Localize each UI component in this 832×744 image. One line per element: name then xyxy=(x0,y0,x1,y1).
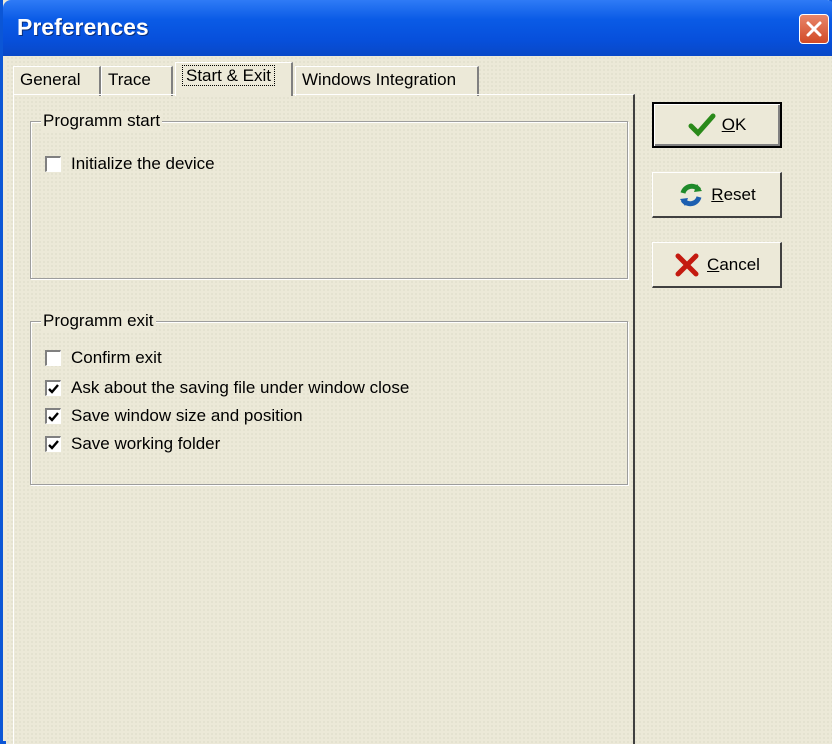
save-working-folder-checkbox[interactable]: Save working folder xyxy=(45,434,220,454)
save-window-size-checkbox[interactable]: Save window size and position xyxy=(45,406,303,426)
reset-label: eset xyxy=(723,184,756,204)
refresh-icon xyxy=(680,183,703,206)
group-title: Programm start xyxy=(41,111,163,131)
tab-windows-integration[interactable]: Windows Integration xyxy=(295,66,479,96)
checkbox-box[interactable] xyxy=(45,436,61,452)
close-icon xyxy=(806,21,822,37)
checkbox-label: Save working folder xyxy=(71,434,221,453)
title-bar[interactable]: Preferences xyxy=(3,0,832,56)
cancel-button[interactable]: Cancel xyxy=(652,242,782,288)
checkbox-box[interactable] xyxy=(45,156,61,172)
checkbox-box[interactable] xyxy=(45,380,61,396)
tab-general[interactable]: General xyxy=(13,66,101,96)
close-button[interactable] xyxy=(799,14,829,44)
ok-mnemonic: O xyxy=(721,115,735,134)
checkbox-label: Ask about the saving file under window c… xyxy=(71,378,410,397)
window-title: Preferences xyxy=(17,14,149,40)
cancel-mnemonic: C xyxy=(707,254,720,274)
tab-trace[interactable]: Trace xyxy=(101,66,173,96)
group-title: Programm exit xyxy=(41,311,156,331)
checkbox-label: Save window size and position xyxy=(71,406,303,425)
checkbox-box[interactable] xyxy=(45,350,61,366)
ok-button[interactable]: OK xyxy=(652,102,782,148)
programm-start-group: Programm start Initialize the device xyxy=(30,111,628,279)
checkmark-icon xyxy=(48,412,59,422)
tab-panel: Programm start Initialize the device Pro… xyxy=(13,94,635,744)
programm-exit-group: Programm exit Confirm exit Ask about the… xyxy=(30,311,628,485)
checkbox-label: Confirm exit xyxy=(71,348,162,367)
checkmark-icon xyxy=(48,440,59,450)
tab-label: Trace xyxy=(108,70,151,89)
initialize-device-checkbox[interactable]: Initialize the device xyxy=(45,154,215,174)
ask-saving-checkbox[interactable]: Ask about the saving file under window c… xyxy=(45,378,409,398)
tab-start-exit[interactable]: Start & Exit xyxy=(175,62,293,96)
reset-button[interactable]: Reset xyxy=(652,172,782,218)
reset-mnemonic: R xyxy=(711,184,724,204)
ok-label: K xyxy=(734,115,747,134)
tab-label: Start & Exit xyxy=(182,65,276,86)
checkmark-icon xyxy=(48,384,59,394)
checkbox-label: Initialize the device xyxy=(71,154,215,173)
checkmark-icon xyxy=(688,113,716,137)
preferences-window: Preferences General Trace Start & Exit W… xyxy=(0,0,832,744)
tab-label: General xyxy=(20,70,81,89)
dialog-client: General Trace Start & Exit Windows Integ… xyxy=(6,56,832,744)
cancel-label: ancel xyxy=(719,254,760,274)
tab-label: Windows Integration xyxy=(302,70,457,89)
confirm-exit-checkbox[interactable]: Confirm exit xyxy=(45,348,162,368)
x-icon xyxy=(675,253,699,276)
checkbox-box[interactable] xyxy=(45,408,61,424)
